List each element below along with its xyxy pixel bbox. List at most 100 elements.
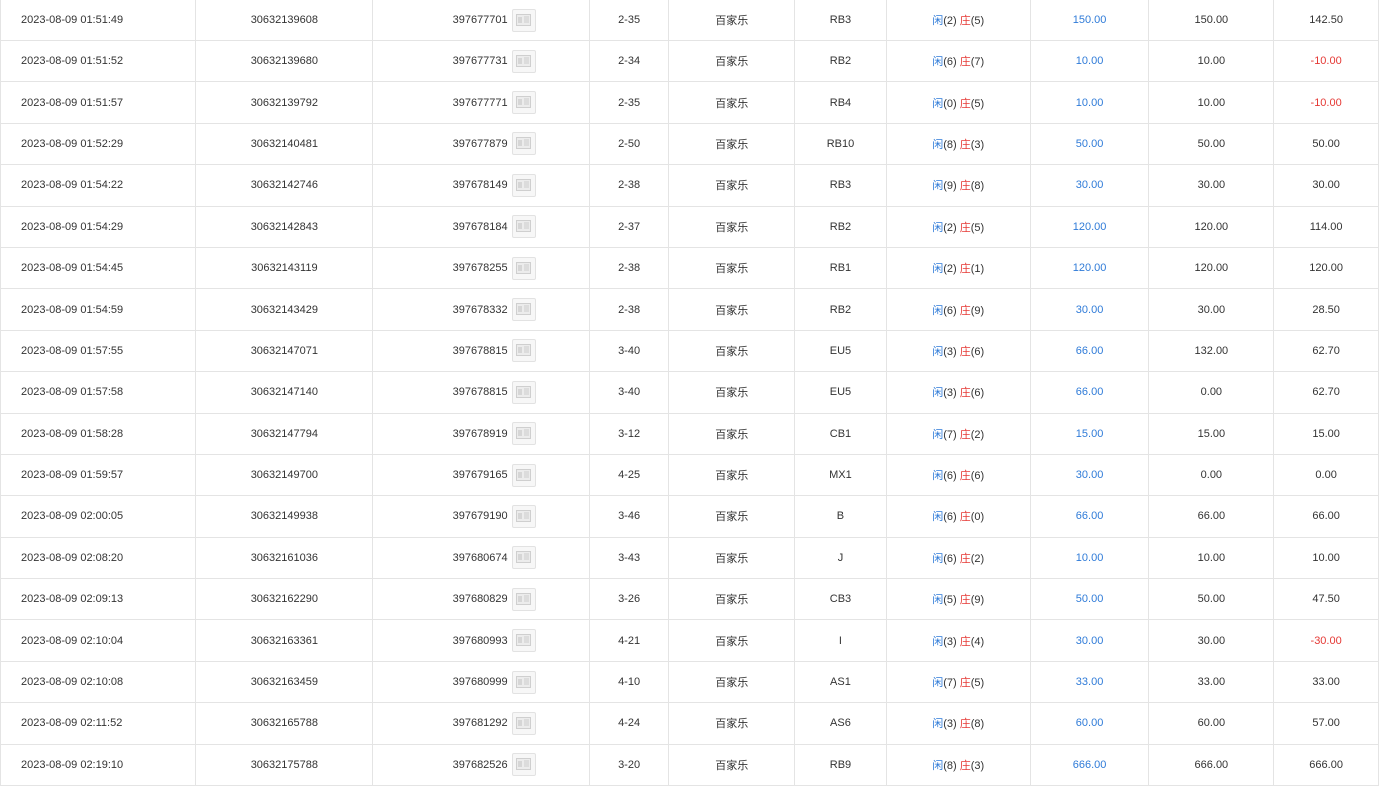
table-code: RB9	[829, 758, 852, 771]
order-id: 397682526	[452, 758, 508, 771]
bet-time-cell: 2023-08-09 01:54:29	[0, 205, 197, 248]
player-label: 闲	[932, 759, 944, 772]
banker-score: (3)	[970, 759, 985, 772]
bet-amount-cell: 150.00	[1029, 0, 1150, 41]
banker-label: 庄	[959, 138, 971, 151]
bet-amount-cell: 10.00	[1029, 39, 1150, 83]
bet-id: 30632147140	[250, 386, 318, 399]
payout-cell: 33.00	[1273, 660, 1379, 704]
result-image-icon[interactable]	[511, 380, 536, 404]
result-image-icon[interactable]	[511, 422, 536, 446]
order-id-cell: 397678815	[372, 371, 590, 414]
result-image-icon[interactable]	[511, 339, 536, 363]
valid-amount-cell: 120.00	[1148, 246, 1275, 290]
banker-label: 庄	[959, 718, 971, 731]
valid-amount-cell: 10.00	[1148, 536, 1275, 580]
bet-amount-cell: 33.00	[1029, 660, 1150, 704]
game-type: 百家乐	[715, 387, 749, 400]
result-image-icon[interactable]	[511, 215, 536, 239]
game-cell: 百家乐	[668, 288, 796, 331]
bet-id: 30632175788	[250, 758, 318, 771]
bet-id: 30632147794	[250, 427, 318, 440]
table-cell: MX1	[794, 453, 887, 497]
player-label: 闲	[932, 263, 944, 276]
table-cell: AS1	[794, 660, 887, 704]
bet-amount: 150.00	[1072, 14, 1107, 26]
banker-label: 庄	[959, 263, 971, 276]
result-image-icon[interactable]	[511, 546, 536, 570]
valid-amount-cell: 150.00	[1148, 0, 1275, 41]
table-cell: RB10	[794, 122, 887, 166]
valid-amount-cell: 120.00	[1148, 205, 1275, 248]
player-label: 闲	[932, 718, 944, 731]
bet-time-cell: 2023-08-09 02:11:52	[0, 702, 197, 745]
game-type: 百家乐	[715, 138, 749, 151]
result-image-icon[interactable]	[511, 8, 536, 32]
round: 2-50	[618, 137, 641, 150]
order-id: 397680993	[452, 634, 508, 647]
result-image-icon[interactable]	[511, 173, 536, 197]
banker-label: 庄	[959, 552, 971, 565]
bet-id: 30632142746	[250, 179, 318, 192]
result-cell: 闲(3) 庄(8)	[885, 702, 1031, 745]
result-image-icon[interactable]	[511, 132, 536, 156]
result-image-icon[interactable]	[511, 91, 536, 115]
bet-amount: 30.00	[1075, 469, 1104, 482]
bet-id-cell: 30632147071	[195, 329, 374, 373]
bet-time-cell: 2023-08-09 02:00:05	[0, 495, 197, 538]
valid-amount: 33.00	[1197, 676, 1226, 689]
bet-time: 2023-08-09 02:10:04	[21, 634, 124, 647]
bet-time: 2023-08-09 01:54:59	[21, 303, 124, 316]
bet-time-cell: 2023-08-09 02:09:13	[0, 578, 197, 621]
game-type: 百家乐	[715, 180, 749, 193]
bet-id-cell: 30632142746	[195, 164, 374, 207]
payout-cell: 0.00	[1273, 453, 1379, 497]
round: 3-12	[618, 427, 641, 440]
bet-amount-cell: 30.00	[1029, 453, 1150, 497]
banker-score: (1)	[970, 263, 985, 276]
order-id-cell: 397679190	[372, 495, 590, 538]
table-row: 2023-08-09 02:09:13 30632162290 39768082…	[0, 578, 1379, 621]
result-image-icon[interactable]	[511, 463, 536, 487]
bet-time-cell: 2023-08-09 01:52:29	[0, 122, 197, 166]
game-cell: 百家乐	[668, 578, 796, 621]
table-cell: I	[794, 619, 887, 662]
round: 3-40	[618, 344, 641, 357]
bet-id-cell: 30632161036	[195, 536, 374, 580]
player-label: 闲	[932, 677, 944, 690]
round: 3-40	[618, 386, 641, 399]
result-image-icon[interactable]	[511, 298, 536, 322]
bet-time: 2023-08-09 01:54:29	[21, 220, 124, 233]
result-image-icon[interactable]	[511, 49, 536, 73]
bet-id-cell: 30632139792	[195, 81, 374, 124]
result-image-icon[interactable]	[511, 670, 536, 694]
round: 4-21	[618, 634, 641, 647]
bet-time-cell: 2023-08-09 01:54:59	[0, 288, 197, 331]
game-cell: 百家乐	[668, 412, 796, 455]
bet-amount-cell: 10.00	[1029, 81, 1150, 124]
bet-id-cell: 30632147140	[195, 371, 374, 414]
result-image-icon[interactable]	[511, 587, 536, 611]
result-image-icon[interactable]	[511, 711, 536, 735]
order-id: 397677701	[452, 14, 508, 26]
banker-label: 庄	[959, 470, 971, 483]
banker-score: (5)	[970, 15, 985, 27]
result-cell: 闲(6) 庄(7)	[885, 39, 1031, 83]
result-image-icon[interactable]	[511, 629, 536, 653]
table-row: 2023-08-09 01:51:49 30632139608 39767770…	[0, 0, 1379, 41]
table-row: 2023-08-09 01:51:57 30632139792 39767777…	[0, 81, 1379, 124]
table-code: RB2	[829, 303, 852, 316]
payout-cell: 120.00	[1273, 246, 1379, 290]
result-image-icon[interactable]	[511, 256, 536, 280]
result-image-icon[interactable]	[511, 753, 536, 777]
banker-score: (8)	[970, 718, 985, 731]
round: 2-34	[618, 55, 641, 68]
result-image-icon[interactable]	[511, 504, 536, 528]
valid-amount-cell: 50.00	[1148, 578, 1275, 621]
table-row: 2023-08-09 01:54:29 30632142843 39767818…	[0, 205, 1379, 248]
result-cell: 闲(2) 庄(5)	[885, 0, 1031, 41]
bet-id: 30632142843	[250, 220, 318, 233]
bet-time-cell: 2023-08-09 01:57:55	[0, 329, 197, 373]
bet-id-cell: 30632139680	[195, 39, 374, 83]
bet-amount-cell: 60.00	[1029, 702, 1150, 745]
